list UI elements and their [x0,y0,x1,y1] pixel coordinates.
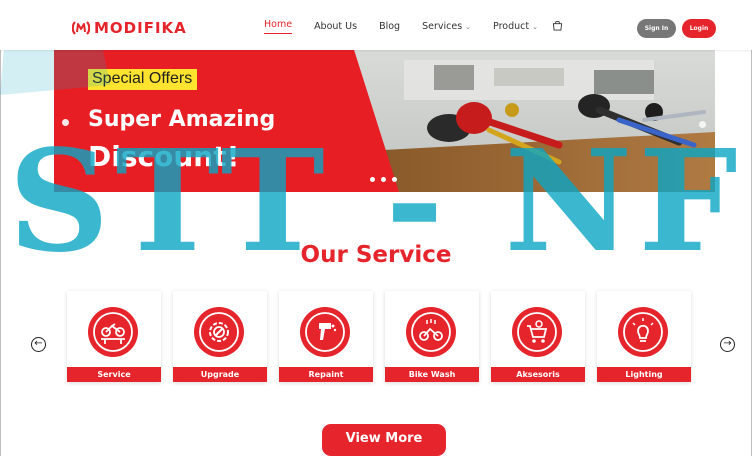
nav-about-us[interactable]: About Us [314,21,357,32]
brand-logo[interactable]: MODIFIKA [72,19,187,37]
view-more-button[interactable]: View More [322,424,446,456]
lighting-card-label: Lighting [597,367,691,382]
upgrade-card[interactable]: Upgrade [173,291,267,382]
upgrade-card-label: Upgrade [173,367,267,382]
bike-wash-card-label: Bike Wash [385,367,479,382]
arrow-right-icon[interactable]: → [720,337,735,352]
service-card-label: Service [67,367,161,382]
carousel-next-dot[interactable] [699,121,706,128]
hero-banner: Special Offers Super Amazing Discount! [54,50,715,192]
section-title: Our Service [300,242,452,268]
page-frame-left [0,0,1,456]
light-bulb-icon [618,307,668,357]
arrow-left-icon[interactable]: ← [31,337,46,352]
navbar: MODIFIKA Home About Us Blog Services ⌄ Pr… [0,0,752,50]
lighting-card[interactable]: Lighting [597,291,691,382]
special-offer-badge: Special Offers [88,69,198,90]
nav-product[interactable]: Product ⌄ [493,21,538,32]
accessories-cart-icon [512,307,562,357]
nav-blog[interactable]: Blog [379,21,400,32]
bike-wash-card[interactable]: Bike Wash [385,291,479,382]
spray-gun-icon [300,307,350,357]
nav-services-label: Services [422,21,463,32]
aksesoris-card-label: Aksesoris [491,367,585,382]
service-cards: Service Upgrade Repaint Bike Wash Akseso… [67,291,691,382]
main-nav: Home About Us Blog Services ⌄ Product ⌄ [264,19,563,34]
cart-icon[interactable] [552,20,563,31]
carousel-prev-dot[interactable] [62,119,69,126]
gear-wrench-icon [194,307,244,357]
aksesoris-card[interactable]: Aksesoris [491,291,585,382]
motorbike-lift-icon [88,307,138,357]
login-button[interactable]: Login [682,19,716,38]
chevron-down-icon: ⌄ [532,23,538,31]
hero-headline: Super Amazing [88,107,276,132]
carousel-indicators [370,177,397,182]
nav-product-label: Product [493,21,530,32]
bike-wash-icon [406,307,456,357]
repaint-card[interactable]: Repaint [279,291,373,382]
sign-in-button[interactable]: Sign In [637,19,676,38]
brand-name: MODIFIKA [94,19,187,37]
nav-home[interactable]: Home [264,19,293,34]
chevron-down-icon: ⌄ [465,23,472,31]
repaint-card-label: Repaint [279,367,373,382]
hero-subheadline: Discount! [88,140,240,173]
carousel-dot[interactable] [392,177,397,182]
service-card[interactable]: Service [67,291,161,382]
nav-services[interactable]: Services ⌄ [422,21,471,32]
logo-icon [72,21,90,35]
carousel-dot[interactable] [381,177,386,182]
carousel-dot[interactable] [370,177,375,182]
